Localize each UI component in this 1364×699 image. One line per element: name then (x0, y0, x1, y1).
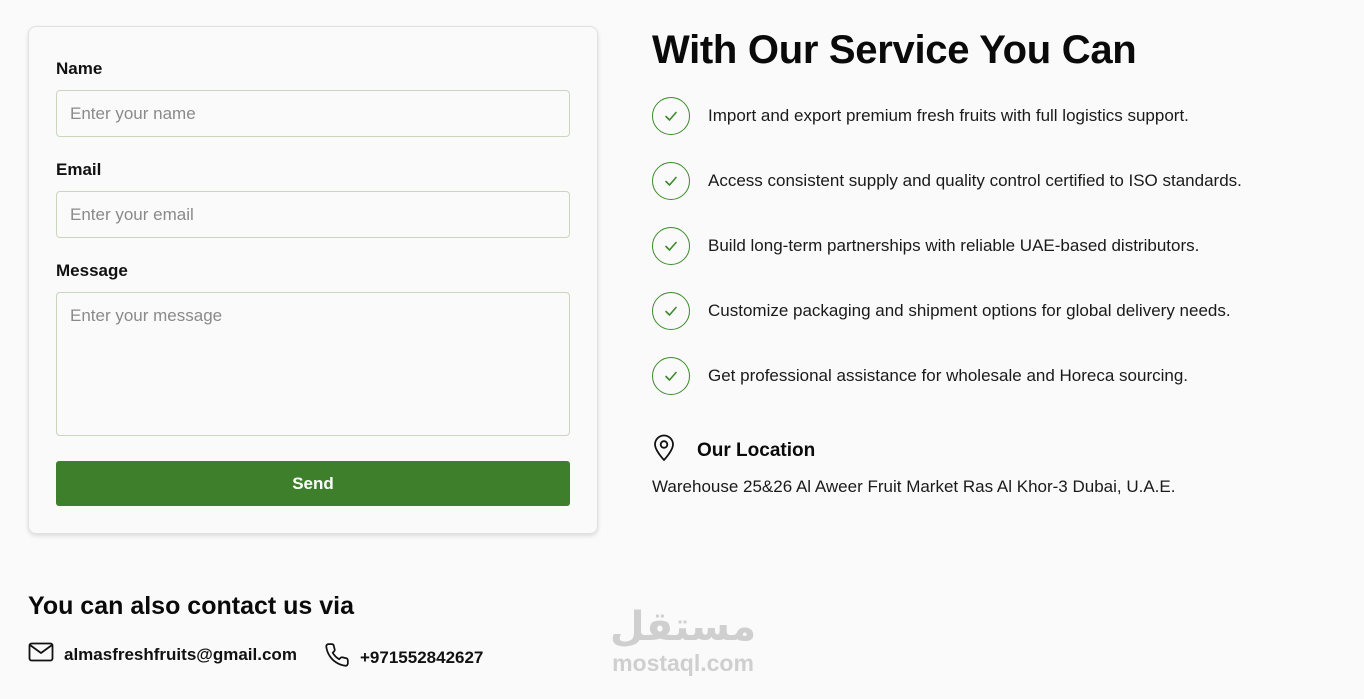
check-icon (652, 162, 690, 200)
check-icon (652, 97, 690, 135)
service-item: Customize packaging and shipment options… (652, 292, 1231, 330)
message-label: Message (56, 261, 128, 280)
contact-email-text[interactable]: almasfreshfruits@gmail.com (64, 645, 297, 665)
send-button[interactable]: Send (56, 461, 570, 506)
contact-email[interactable]: almasfreshfruits@gmail.com (28, 642, 297, 667)
name-input[interactable] (56, 90, 570, 137)
watermark-latin: mostaql.com (612, 650, 754, 676)
mail-icon (28, 642, 54, 667)
service-item: Build long-term partnerships with reliab… (652, 227, 1199, 265)
services-title: With Our Service You Can (652, 28, 1137, 72)
service-item: Get professional assistance for wholesal… (652, 357, 1188, 395)
email-label: Email (56, 160, 102, 179)
check-icon (652, 227, 690, 265)
contact-title: You can also contact us via (28, 592, 355, 620)
contact-phone-text[interactable]: +971552842627 (360, 648, 483, 668)
service-text: Get professional assistance for wholesal… (708, 366, 1189, 385)
location-address: Warehouse 25&26 Al Aweer Fruit Market Ra… (652, 477, 1176, 496)
check-icon (652, 292, 690, 330)
service-item: Import and export premium fresh fruits w… (652, 97, 1189, 135)
check-icon (652, 357, 690, 395)
message-textarea[interactable] (56, 292, 570, 436)
watermark-arabic: مستقل (609, 604, 757, 650)
location-heading: Our Location (652, 434, 815, 467)
service-text: Import and export premium fresh fruits w… (708, 106, 1189, 125)
email-input[interactable] (56, 191, 570, 238)
contact-phone[interactable]: +971552842627 (324, 642, 483, 673)
service-text: Customize packaging and shipment options… (708, 301, 1231, 320)
map-pin-icon (652, 434, 676, 467)
contact-form-card: Name Email Message Send (28, 26, 598, 534)
service-item: Access consistent supply and quality con… (652, 162, 1242, 200)
service-text: Build long-term partnerships with reliab… (708, 236, 1200, 255)
mostaql-watermark: مستقل mostaql.com (598, 604, 768, 676)
phone-icon (324, 642, 350, 673)
location-title: Our Location (697, 439, 816, 461)
service-text: Access consistent supply and quality con… (708, 171, 1242, 190)
name-label: Name (56, 59, 103, 78)
